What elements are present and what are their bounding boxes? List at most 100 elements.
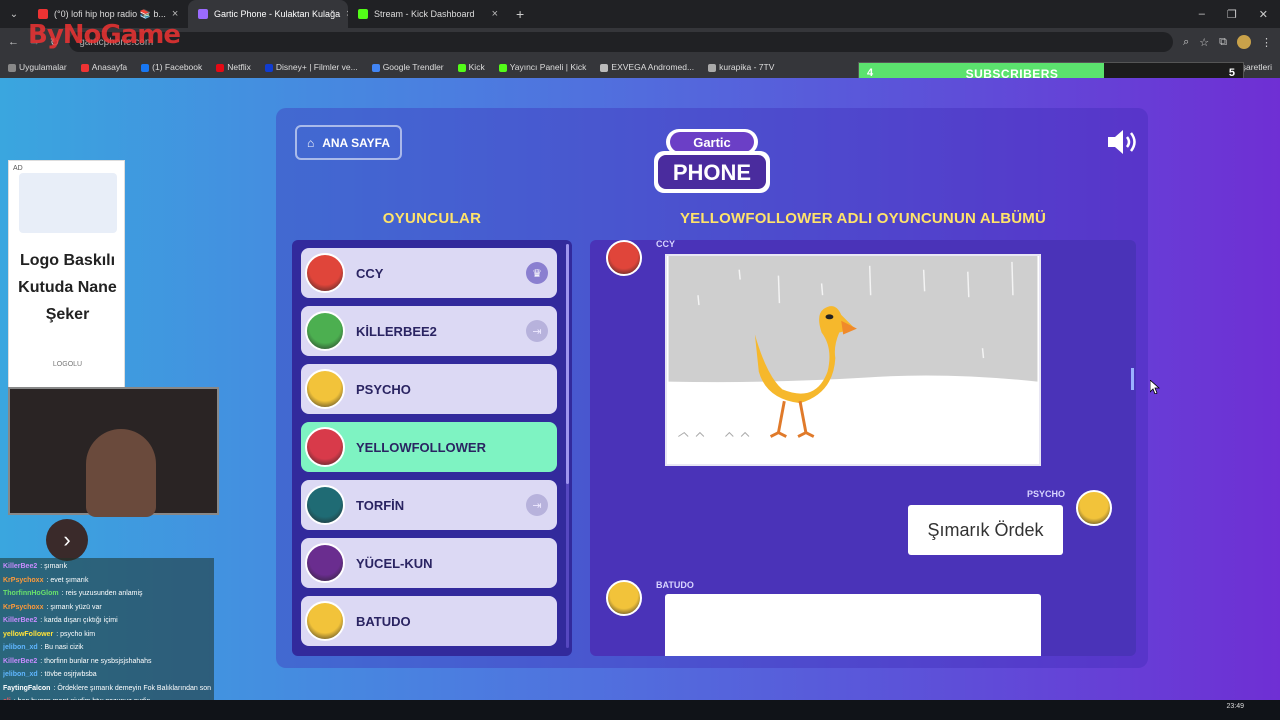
bookmark-item[interactable]: Kick: [457, 62, 485, 72]
kick-player-icon[interactable]: ⇥: [526, 320, 548, 342]
chat-text: : şımarık: [40, 563, 68, 570]
bookmark-item[interactable]: Disney+ | Filmler ve...: [264, 62, 358, 72]
player-name: YÜCEL-KUN: [356, 555, 433, 571]
minimize-icon[interactable]: –: [1199, 8, 1205, 21]
bookmark-item[interactable]: Netflix: [216, 62, 251, 72]
bookmark-label: (1) Facebook: [152, 62, 203, 72]
youtube-icon: [80, 63, 89, 72]
webcam-feed: [8, 387, 219, 517]
player-avatar: [305, 543, 345, 583]
taskbar-clock: 23:49: [1226, 703, 1244, 710]
bookmark-label: Uygulamalar: [19, 62, 67, 72]
ad-brand: LOGOLU: [52, 361, 83, 368]
kick-icon: [457, 63, 466, 72]
chat-username: KillerBee2: [3, 617, 38, 624]
bookmark-item[interactable]: kurapika - 7TV: [708, 62, 774, 72]
album-scrollbar[interactable]: [1131, 368, 1134, 390]
close-icon[interactable]: ×: [172, 8, 178, 20]
player-killerbee2[interactable]: KİLLERBEE2 ⇥: [301, 306, 557, 356]
kick-icon: [498, 63, 507, 72]
back-icon[interactable]: ←: [8, 36, 19, 48]
kick-player-icon[interactable]: ⇥: [526, 494, 548, 516]
menu-icon[interactable]: ⋮: [1261, 36, 1272, 49]
player-name: BATUDO: [356, 613, 411, 629]
chat-message: jelibon_xd: Bu nasi cizik: [3, 641, 211, 655]
album-author-avatar: [606, 240, 642, 276]
next-arrow-button[interactable]: ›: [46, 519, 88, 561]
player-avatar: [305, 311, 345, 351]
player-yucel-kun[interactable]: YÜCEL-KUN: [301, 538, 557, 588]
chat-username: ThorfinnHoGlom: [3, 590, 59, 597]
player-batudo[interactable]: BATUDO: [301, 596, 557, 646]
player-psycho[interactable]: PSYCHO: [301, 364, 557, 414]
close-icon[interactable]: ×: [492, 8, 498, 20]
ad-product-image: [19, 173, 117, 233]
tab-gartic[interactable]: Gartic Phone - Kulaktan Kulağa ×: [188, 0, 348, 28]
bookmark-label: Disney+ | Filmler ve...: [275, 62, 358, 72]
bookmark-label: Netflix: [227, 62, 251, 72]
window-controls: – ❐ ✕: [1199, 8, 1280, 21]
player-list[interactable]: CCY ♛ KİLLERBEE2 ⇥ PSYCHO YELLOWFOLLOWER…: [292, 240, 572, 656]
bookmark-item[interactable]: (1) Facebook: [141, 62, 202, 72]
chat-message: FaytingFalcon: Ördeklere şımarık demeyin…: [3, 682, 211, 696]
zoom-icon[interactable]: ⌕: [1183, 36, 1189, 49]
close-window-icon[interactable]: ✕: [1259, 8, 1268, 21]
home-button[interactable]: ⌂ ANA SAYFA: [295, 125, 402, 160]
chat-message: KillerBee2: şımarık: [3, 560, 211, 574]
album-author-label: BATUDO: [656, 580, 694, 590]
bookmark-item[interactable]: Anasayfa: [80, 62, 128, 72]
chat-message: KrPsychoxx: evet şımarık: [3, 574, 211, 588]
chat-username: jelibon_xd: [3, 671, 38, 678]
ad-banner[interactable]: AD Logo Baskılı Kutuda Nane Şeker LOGOLU: [8, 160, 125, 392]
bookmark-label: Anasayfa: [91, 62, 128, 72]
new-tab-button[interactable]: +: [508, 6, 532, 22]
tab-search-icon[interactable]: ⌄: [0, 9, 28, 20]
album-author-avatar: [606, 580, 642, 616]
player-ccy[interactable]: CCY ♛: [301, 248, 557, 298]
chat-text: : Bu nasi cizik: [40, 644, 84, 651]
bookmark-label: Kick: [468, 62, 485, 72]
disney-icon: [264, 63, 273, 72]
volume-icon[interactable]: [1106, 128, 1140, 156]
star-icon[interactable]: ☆: [1199, 36, 1209, 49]
album-title: YELLOWFOLLOWER ADLI OYUNCUNUN ALBÜMÜ: [679, 210, 1047, 227]
brand-overlay-logo: ByNoGame: [28, 20, 181, 50]
home-label: ANA SAYFA: [322, 135, 391, 150]
logo-bottom-text: PHONE: [673, 160, 751, 185]
player-avatar: [305, 427, 345, 467]
gartic-icon: [198, 9, 208, 19]
player-yellowfollower[interactable]: YELLOWFOLLOWER: [301, 422, 557, 472]
chat-message: KillerBee2: thorfinn bunlar ne sysbsjsjs…: [3, 655, 211, 669]
tab-kick[interactable]: Stream - Kick Dashboard ×: [348, 0, 508, 28]
chat-username: FaytingFalcon: [3, 684, 51, 692]
restore-icon[interactable]: ❐: [1227, 8, 1237, 21]
youtube-icon: [38, 9, 48, 19]
album-author-avatar: [1076, 490, 1112, 526]
chat-text: : şımarık yüzü var: [46, 603, 102, 611]
chat-username: yellowFollower: [3, 630, 54, 638]
player-name: TORFİN: [356, 497, 405, 513]
address-input[interactable]: garticphone.com: [69, 32, 1174, 52]
bookmark-item[interactable]: Google Trendler: [371, 62, 444, 72]
chat-text: : tövbe osjrjwbsba: [40, 671, 97, 678]
player-name: CCY: [356, 265, 384, 281]
player-avatar: [305, 601, 345, 641]
bookmark-item[interactable]: EXVEGA Andromed...: [600, 62, 694, 72]
bookmark-item[interactable]: Yayıncı Paneli | Kick: [498, 62, 587, 72]
ad-tag: AD: [13, 165, 23, 172]
bookmark-label: Google Trendler: [382, 62, 444, 72]
player-torfin[interactable]: TORFİN ⇥: [301, 480, 557, 530]
chat-text: : karda dışarı çıktığı içimi: [40, 617, 118, 624]
players-title: OYUNCULAR: [382, 210, 482, 227]
chat-username: KrPsychoxx: [3, 576, 44, 584]
bookmark-item[interactable]: Uygulamalar: [8, 62, 67, 72]
profile-icon[interactable]: [1237, 35, 1251, 49]
apps-icon: [8, 63, 16, 72]
bookmark-label: Yayıncı Paneli | Kick: [509, 62, 587, 72]
player-list-scroll-thumb[interactable]: [566, 244, 569, 484]
player-avatar: [305, 253, 345, 293]
home-icon: ⌂: [306, 135, 315, 150]
tab-label: Gartic Phone - Kulaktan Kulağa: [214, 9, 341, 19]
extensions-icon[interactable]: ⧉: [1219, 36, 1227, 49]
kick-icon: [358, 9, 368, 19]
